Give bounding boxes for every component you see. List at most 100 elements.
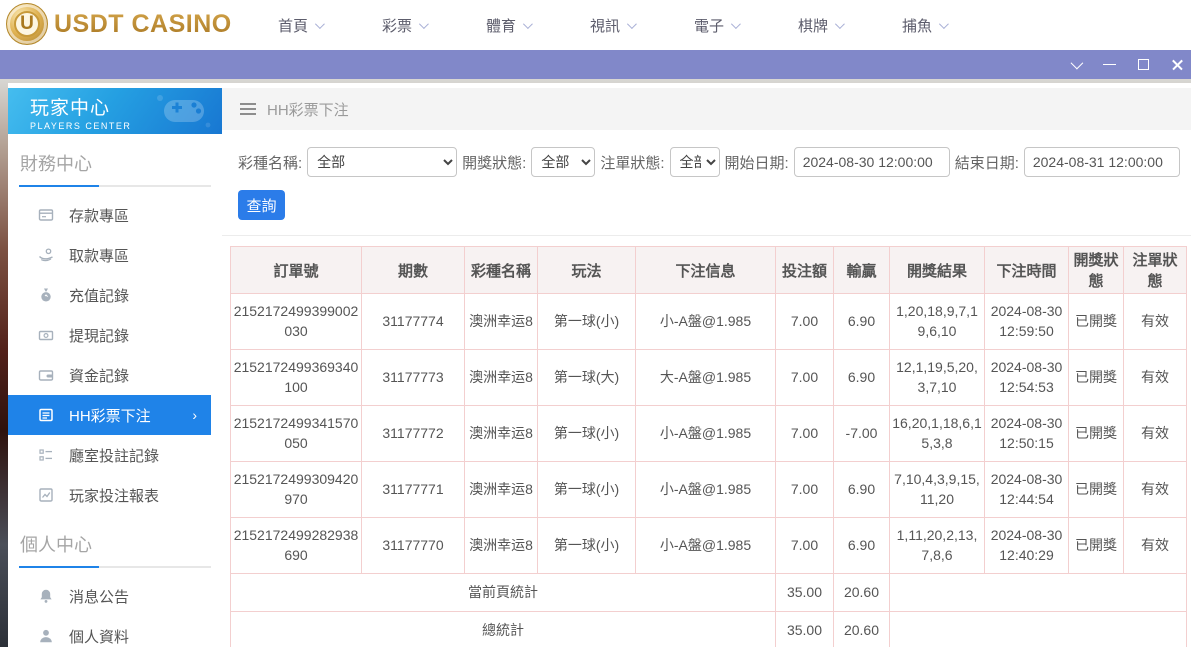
nav-item-7[interactable]: 捕魚 (872, 15, 976, 36)
sidebar-item-label: 廳室投註記錄 (69, 445, 159, 466)
nav-item-label: 捕魚 (902, 15, 932, 36)
section-title-personal: 個人中心 (20, 531, 222, 557)
cell: 31177771 (362, 462, 465, 518)
sidebar-item-HH彩票下注[interactable]: HH彩票下注 › (8, 395, 211, 435)
winloss-total: 20.60 (834, 574, 890, 612)
table-row: 215217249928293869031177770澳洲幸运8第一球(小)小-… (231, 518, 1187, 574)
cell: 第一球(小) (538, 462, 636, 518)
cell: 2152172499341570050 (231, 406, 362, 462)
nav-item-4[interactable]: 視訊 (560, 15, 664, 36)
sidebar-item-個人資料[interactable]: 個人資料 (8, 616, 222, 647)
order-status-select[interactable]: 全部 (670, 147, 720, 177)
window-controls (1068, 50, 1185, 79)
column-header: 彩種名稱 (465, 247, 538, 294)
sidebar-item-取款專區[interactable]: 取款專區 (8, 235, 222, 275)
cell: 12,1,19,5,20,3,7,10 (890, 350, 985, 406)
cell: 2024-08-30 12:40:29 (985, 518, 1069, 574)
person-icon (38, 628, 54, 644)
window-close-icon[interactable] (1170, 57, 1185, 72)
cell: 2152172499282938690 (231, 518, 362, 574)
stats-label: 總統計 (231, 612, 776, 647)
window-minimize-icon[interactable] (1102, 57, 1117, 72)
sidebar-item-資金記錄[interactable]: 資金記錄 (8, 355, 222, 395)
nav-item-5[interactable]: 電子 (664, 15, 768, 36)
nav-item-label: 電子 (694, 15, 724, 36)
cell: 6.90 (834, 518, 890, 574)
cell: 6.90 (834, 294, 890, 350)
sidebar-item-label: HH彩票下注 (69, 405, 151, 426)
lottery-name-select[interactable]: 全部 (307, 147, 457, 177)
nav-item-2[interactable]: 彩票 (352, 15, 456, 36)
cell: 7.00 (776, 294, 834, 350)
query-button[interactable]: 查詢 (238, 190, 285, 220)
bell-icon (38, 588, 54, 604)
section-title-finance: 財務中心 (20, 150, 222, 176)
cell: 2024-08-30 12:59:50 (985, 294, 1069, 350)
chevron-down-icon (523, 19, 533, 29)
logo[interactable]: U USDT CASINO (6, 3, 232, 45)
cell: 2024-08-30 12:44:54 (985, 462, 1069, 518)
end-date-input[interactable] (1024, 147, 1180, 177)
current-page-stats-row: 當前頁統計35.0020.60 (231, 574, 1187, 612)
logo-coin-icon: U (6, 3, 48, 45)
sidebar-item-充值記錄[interactable]: 充值記錄 (8, 275, 222, 315)
chevron-down-icon (731, 19, 741, 29)
cell: 有效 (1124, 350, 1187, 406)
end-date-label: 結束日期: (955, 152, 1019, 173)
cell: 7.00 (776, 406, 834, 462)
sidebar-item-消息公告[interactable]: 消息公告 (8, 576, 222, 616)
cell: 有效 (1124, 406, 1187, 462)
cell: 澳洲幸运8 (465, 294, 538, 350)
table-header-row: 訂單號期數彩種名稱玩法下注信息投注額輸贏開獎結果下注時間開獎狀態注單狀態 (231, 247, 1187, 294)
cell: 2152172499309420970 (231, 462, 362, 518)
cell: 小-A盤@1.985 (636, 518, 776, 574)
cell: 第一球(大) (538, 350, 636, 406)
nav-item-label: 彩票 (382, 15, 412, 36)
column-header: 開獎狀態 (1069, 247, 1124, 294)
chevron-right-icon: › (192, 407, 197, 423)
nav-item-3[interactable]: 體育 (456, 15, 560, 36)
cell: 16,20,1,18,6,15,3,8 (890, 406, 985, 462)
cell: 澳洲幸运8 (465, 462, 538, 518)
draw-status-select[interactable]: 全部 (531, 147, 595, 177)
page-title: HH彩票下注 (267, 99, 349, 120)
sidebar-item-廳室投註記錄[interactable]: 廳室投註記錄 (8, 435, 222, 475)
chevron-down-icon (627, 19, 637, 29)
start-date-input[interactable] (794, 147, 950, 177)
nav-item-label: 體育 (486, 15, 516, 36)
deposit-card-icon (38, 207, 54, 223)
sidebar-item-玩家投注報表[interactable]: 玩家投注報表 (8, 475, 222, 515)
sidebar-item-label: 取款專區 (69, 245, 129, 266)
divider (19, 185, 211, 187)
nav-item-label: 首頁 (278, 15, 308, 36)
top-header: U USDT CASINO 首頁 彩票 體育 視訊 電子 棋牌 捕魚 (0, 0, 1191, 50)
nav-item-6[interactable]: 棋牌 (768, 15, 872, 36)
cell: 第一球(小) (538, 406, 636, 462)
window-maximize-icon[interactable] (1136, 57, 1151, 72)
breadcrumb: HH彩票下注 (222, 88, 1191, 130)
hamburger-icon[interactable] (240, 100, 256, 118)
cell: 已開獎 (1069, 294, 1124, 350)
nav-item-1[interactable]: 首頁 (248, 15, 352, 36)
cell: 7,10,4,3,9,15,11,20 (890, 462, 985, 518)
sidebar-item-存款專區[interactable]: 存款專區 (8, 195, 222, 235)
sidebar: 玩家中心 PLAYERS CENTER 財務中心存款專區取款專區充值記錄提現記錄… (8, 83, 222, 647)
list-icon (38, 447, 54, 463)
window-collapse-icon[interactable] (1068, 57, 1083, 72)
sidebar-item-label: 個人資料 (69, 626, 129, 647)
sidebar-item-label: 玩家投注報表 (69, 485, 159, 506)
sidebar-item-提現記錄[interactable]: 提現記錄 (8, 315, 222, 355)
moneybag-icon (38, 287, 54, 303)
start-date-label: 開始日期: (725, 152, 789, 173)
wallet-icon (38, 367, 54, 383)
cell: 第一球(小) (538, 294, 636, 350)
table-row: 215217249930942097031177771澳洲幸运8第一球(小)小-… (231, 462, 1187, 518)
table-row: 215217249939900203031177774澳洲幸运8第一球(小)小-… (231, 294, 1187, 350)
main-panel: 玩家中心 PLAYERS CENTER 財務中心存款專區取款專區充值記錄提現記錄… (8, 83, 1191, 647)
cell: 大-A盤@1.985 (636, 350, 776, 406)
column-header: 開獎結果 (890, 247, 985, 294)
sidebar-item-label: 資金記錄 (69, 365, 129, 386)
cell: 有效 (1124, 518, 1187, 574)
window-titlebar (0, 50, 1191, 79)
cell: 1,11,20,2,13,7,8,6 (890, 518, 985, 574)
